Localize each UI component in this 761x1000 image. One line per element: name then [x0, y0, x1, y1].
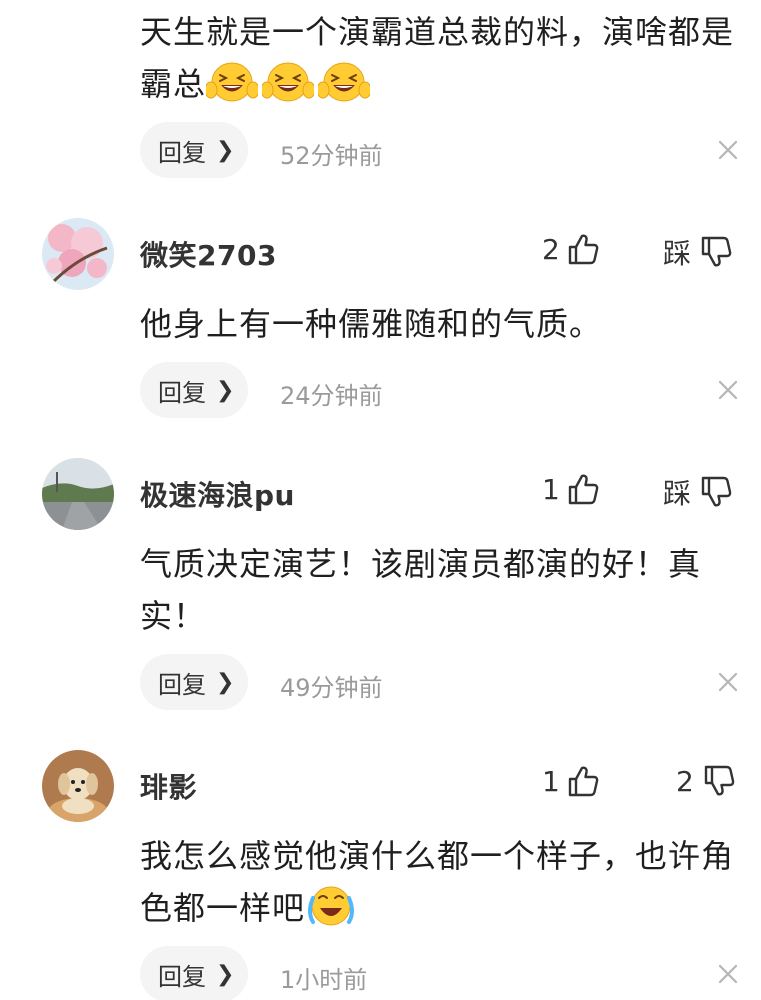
chevron-right-icon: ❯	[216, 137, 235, 163]
thumbs-up-icon	[566, 232, 600, 266]
grinning-squint-emoji-icon	[262, 60, 314, 104]
reply-label: 回复	[158, 378, 206, 407]
comment-text: 我怎么感觉他演什么都一个样子，也许角色都一样吧	[140, 830, 750, 934]
avatar[interactable]	[42, 458, 114, 530]
comment-text: 气质决定演艺！该剧演员都演的好！真实！	[140, 545, 702, 635]
thumbs-down-icon	[699, 475, 733, 509]
like-button[interactable]: 2	[542, 232, 600, 266]
like-button[interactable]: 1	[542, 472, 600, 506]
avatar[interactable]	[42, 750, 114, 822]
dislike-button[interactable]: 踩	[663, 232, 733, 272]
reply-label: 回复	[158, 962, 206, 991]
username[interactable]: 微笑2703	[140, 234, 277, 274]
comment-time: 49分钟前	[280, 674, 383, 702]
comment-time: 1小时前	[280, 966, 368, 994]
close-icon[interactable]	[716, 138, 740, 162]
chevron-right-icon: ❯	[216, 377, 235, 403]
like-count: 1	[542, 472, 560, 506]
username[interactable]: 琲影	[140, 766, 197, 806]
comment-time: 52分钟前	[280, 142, 383, 170]
thumbs-down-icon	[702, 764, 736, 798]
comment-time: 24分钟前	[280, 382, 383, 410]
close-icon[interactable]	[716, 962, 740, 986]
like-count: 1	[542, 764, 560, 798]
dislike-button[interactable]: 踩	[663, 472, 733, 512]
dislike-label: 踩	[663, 237, 692, 270]
dislike-button[interactable]: 2	[676, 764, 736, 798]
crying-laughing-emoji-icon	[305, 884, 357, 928]
comment-text-content: 我怎么感觉他演什么都一个样子，也许角色都一样吧	[140, 837, 735, 927]
close-icon[interactable]	[716, 378, 740, 402]
reply-button[interactable]: 回复 ❯	[140, 362, 248, 418]
thumbs-up-icon	[566, 764, 600, 798]
chevron-right-icon: ❯	[216, 669, 235, 695]
chevron-right-icon: ❯	[216, 961, 235, 987]
username[interactable]: 极速海浪pu	[140, 474, 295, 514]
reply-button[interactable]: 回复 ❯	[140, 946, 248, 1000]
close-icon[interactable]	[716, 670, 740, 694]
avatar[interactable]	[42, 218, 114, 290]
cherry-blossom-icon	[42, 218, 114, 290]
reply-button[interactable]: 回复 ❯	[140, 122, 248, 178]
reply-label: 回复	[158, 138, 206, 167]
comment-text: 天生就是一个演霸道总裁的料，演啥都是霸总	[140, 6, 750, 110]
comment-text: 他身上有一种儒雅随和的气质。	[140, 305, 603, 343]
grinning-squint-emoji-icon	[206, 60, 258, 104]
reply-button[interactable]: 回复 ❯	[140, 654, 248, 710]
thumbs-down-icon	[699, 235, 733, 269]
like-count: 2	[542, 232, 560, 266]
puppy-icon	[42, 750, 114, 822]
like-button[interactable]: 1	[542, 764, 600, 798]
dislike-count: 2	[676, 764, 694, 798]
thumbs-up-icon	[566, 472, 600, 506]
grinning-squint-emoji-icon	[318, 60, 370, 104]
dislike-label: 踩	[663, 477, 692, 510]
road-landscape-icon	[42, 458, 114, 530]
reply-label: 回复	[158, 670, 206, 699]
